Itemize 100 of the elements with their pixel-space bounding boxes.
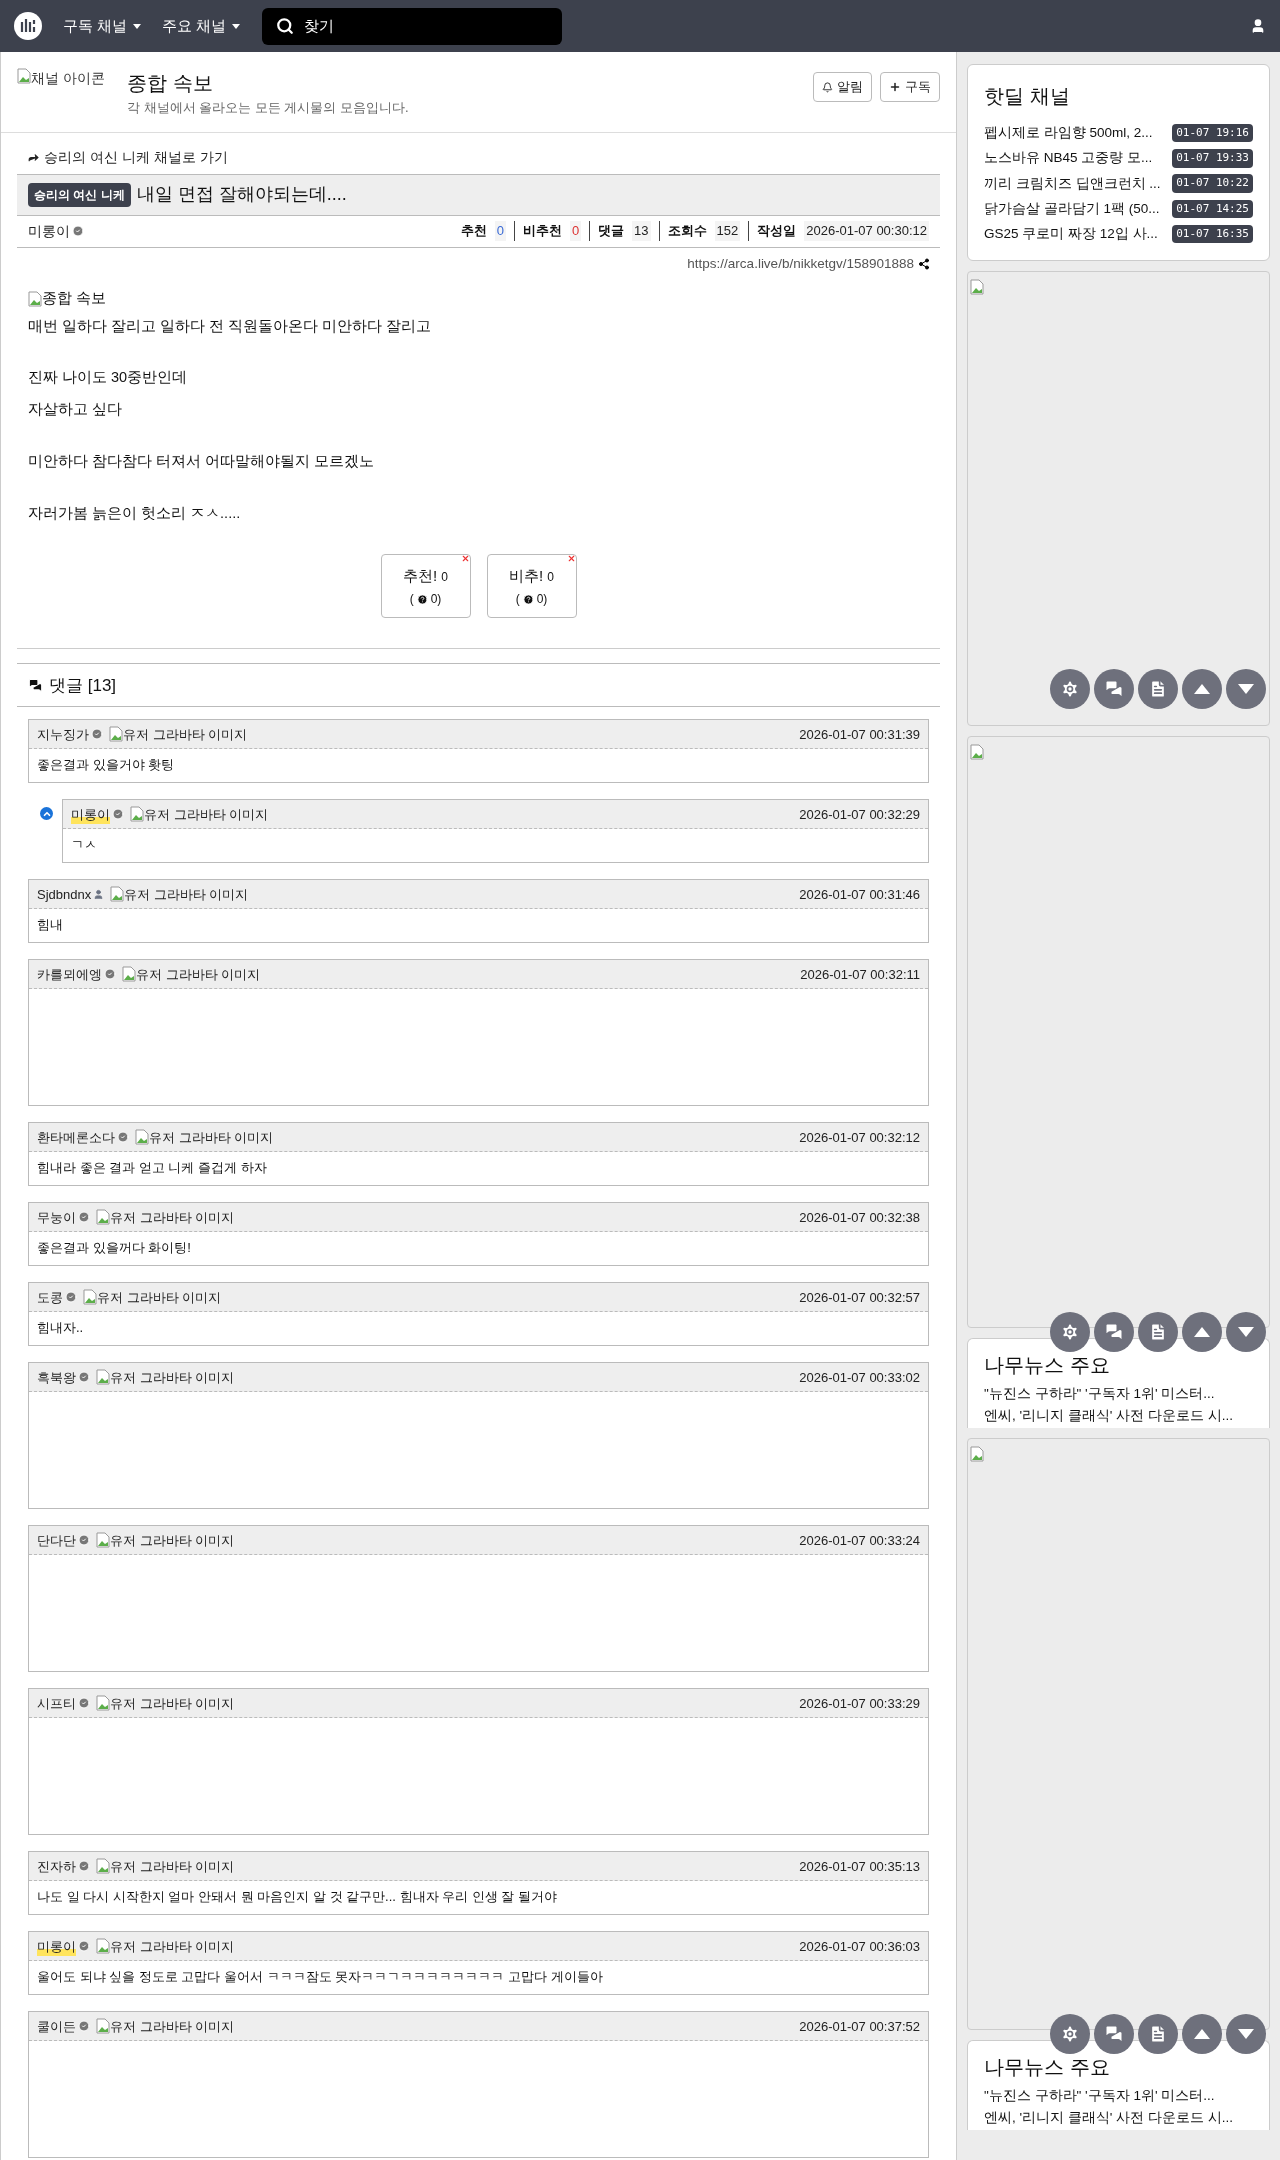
bell-icon <box>822 81 833 93</box>
post-text: 진짜 나이도 30중반인데 <box>28 368 189 388</box>
comment-author[interactable]: 진자하 <box>37 1856 76 1876</box>
stat-value: 2026-01-07 00:30:12 <box>804 221 929 241</box>
comment-author[interactable]: 지누징가 <box>37 724 89 744</box>
comments-heading: 댓글 [13] <box>49 674 117 697</box>
channel-link[interactable]: 승리의 여신 니케 채널로 가기 <box>27 146 940 168</box>
upvote-button[interactable]: 추천! 0 ( 0) <box>380 554 471 619</box>
search-field[interactable]: 찾기 <box>262 7 563 45</box>
news-link[interactable]: 엔씨, '리니지 클래식' 사전 다운로드 시... <box>984 1405 1253 1428</box>
broken-image-icon <box>110 886 125 903</box>
triangle-up-icon <box>1194 2029 1210 2040</box>
card-title: 나무뉴스 주요 <box>984 1353 1111 1379</box>
comment-text: 힘내자.. <box>37 1320 84 1336</box>
stat-label: 조회수 <box>667 222 707 241</box>
comment-text: 나도 일 다시 시작한지 얼마 안돼서 뭔 마음인지 알 것 같구만... 힘내자 우리 인생 잘 될거야 <box>37 1889 557 1905</box>
comment-author[interactable]: Sjdbndnx <box>37 884 92 904</box>
caret-icon <box>232 23 241 29</box>
avatar-alt-text: 유저 그라바타 이미지 <box>124 885 249 904</box>
post-image-alt: 종합 속보 <box>42 288 107 308</box>
comment-text: ㄱㅅ <box>71 837 97 853</box>
card-title: 핫딜 채널 <box>984 84 1071 109</box>
time-badge: 01-07 19:33 <box>1172 149 1253 168</box>
comment-author[interactable]: 무눙이 <box>37 1207 76 1227</box>
help-icon <box>522 593 534 605</box>
subscribe-button[interactable]: 구독 <box>880 72 940 102</box>
user-icon[interactable] <box>1250 18 1266 34</box>
comment-author[interactable]: 단다단 <box>37 1530 76 1550</box>
downvote-button[interactable]: 비추! 0 ( 0) <box>486 554 577 619</box>
time-badge: 01-07 16:35 <box>1172 224 1253 244</box>
close-icon[interactable] <box>460 554 470 564</box>
comment-author[interactable]: 시프티 <box>37 1693 76 1713</box>
comment-time: 2026-01-07 00:32:12 <box>799 1128 920 1147</box>
comment-time: 2026-01-07 00:32:11 <box>800 965 920 984</box>
avatar-alt-text: 유저 그라바타 이미지 <box>110 1208 235 1227</box>
news-link[interactable]: "뉴진스 구하라" '구독자 1위' 미스터... <box>984 2085 1253 2108</box>
card-title: 나무뉴스 주요 <box>984 2055 1111 2081</box>
broken-image-icon <box>130 806 144 823</box>
stat-value: 13 <box>632 221 651 241</box>
comment-time: 2026-01-07 00:32:57 <box>799 1288 920 1307</box>
avatar-alt-text: 유저 그라바타 이미지 <box>110 1937 235 1956</box>
nav-menu[interactable]: 주요 채널 <box>162 14 241 38</box>
category-badge[interactable]: 승리의 여신 니케 <box>28 182 131 207</box>
settings-icon <box>1060 679 1080 700</box>
site-logo[interactable] <box>14 12 42 40</box>
news-link[interactable]: "뉴진스 구하라" '구독자 1위' 미스터... <box>984 1383 1253 1406</box>
post-author[interactable]: 미롱이 <box>28 220 70 242</box>
broken-image-icon <box>83 1289 97 1306</box>
avatar-alt-text: 유저 그라바타 이미지 <box>110 2017 235 2036</box>
stat-value: 152 <box>714 221 741 241</box>
news-link[interactable]: 엔씨, '리니지 클래식' 사전 다운로드 시... <box>984 2107 1253 2130</box>
broken-image-icon <box>970 1446 984 1462</box>
avatar-alt-text: 유저 그라바타 이미지 <box>110 1694 235 1713</box>
post-text: 자살하고 싶다 <box>28 400 124 419</box>
search-input[interactable]: 찾기 <box>304 14 504 38</box>
deal-link[interactable]: 노스바유 NB45 고중량 모... <box>984 148 1153 169</box>
deal-link[interactable]: 펩시제로 라임향 500ml, 2... <box>984 123 1153 144</box>
deal-link[interactable]: 닭가슴살 골라담기 1팩 (50... <box>984 198 1160 219</box>
triangle-up-icon <box>1194 1327 1210 1338</box>
comment-text: 좋은결과 있을꺼다 화이팅! <box>37 1240 191 1256</box>
post-text: 자러가봄 늙은이 헛소리 ㅈㅅ..... <box>28 503 242 523</box>
broken-image-icon <box>96 1369 110 1386</box>
comment-time: 2026-01-07 00:32:38 <box>799 1208 920 1227</box>
broken-image-icon <box>970 744 984 760</box>
avatar-alt-text: 유저 그라바타 이미지 <box>110 1368 235 1387</box>
post-text: 매번 일하다 잘리고 일하다 전 직원돌아온다 미안하다 잘리고 <box>28 316 433 336</box>
avatar-alt-text: 유저 그라바타 이미지 <box>97 1288 222 1307</box>
avatar-alt-text: 유저 그라바타 이미지 <box>123 725 248 744</box>
comment-author[interactable]: 카를뫼에엥 <box>37 964 102 984</box>
post-title: 내일 면접 잘해야되는데.... <box>136 183 347 206</box>
close-icon[interactable] <box>566 554 576 564</box>
time-badge: 01-07 10:22 <box>1172 174 1253 193</box>
avatar-alt-text: 유저 그라바타 이미지 <box>110 1531 235 1550</box>
comment-text: 힘내 <box>37 917 63 933</box>
comment-author[interactable]: 도콩 <box>37 1287 63 1307</box>
stat-label: 댓글 <box>598 222 625 241</box>
time-badge: 01-07 19:16 <box>1172 123 1253 143</box>
comment-author[interactable]: 흑북왕 <box>37 1367 76 1387</box>
nav-menu[interactable]: 구독 채널 <box>63 14 142 38</box>
help-icon <box>416 593 428 605</box>
comment-text: 힘내라 좋은 결과 얻고 니케 즐겁게 하자 <box>37 1160 267 1176</box>
avatar-alt-text: 유저 그라바타 이미지 <box>144 805 269 824</box>
channel-title: 종합 속보 <box>127 71 214 96</box>
comment-time: 2026-01-07 00:33:24 <box>799 1531 920 1550</box>
comment-text: 좋은결과 있을거야 홧팅 <box>37 757 175 773</box>
broken-image-icon <box>970 279 984 295</box>
comment-time: 2026-01-07 00:32:29 <box>799 805 920 824</box>
alert-button[interactable]: 알림 <box>813 72 872 102</box>
deal-link[interactable]: 끼리 크림치즈 딥앤크런치 ... <box>984 173 1161 194</box>
avatar-alt-text: 유저 그라바타 이미지 <box>149 1128 274 1147</box>
broken-image-icon <box>135 1129 149 1146</box>
stat-label: 추천 <box>460 222 487 241</box>
post-url[interactable]: https://arca.live/b/nikketgv/158901888 <box>687 253 914 274</box>
channel-icon-alt: 채널 아이콘 <box>31 69 105 88</box>
comment-author[interactable]: 쿨이든 <box>37 2016 76 2036</box>
deal-link[interactable]: GS25 쿠로미 짜장 12입 사... <box>984 224 1158 245</box>
triangle-down-icon <box>1238 684 1254 695</box>
share-icon[interactable] <box>918 257 930 270</box>
comment-time: 2026-01-07 00:33:02 <box>799 1368 920 1387</box>
comment-author[interactable]: 환타메론소다 <box>37 1127 115 1147</box>
